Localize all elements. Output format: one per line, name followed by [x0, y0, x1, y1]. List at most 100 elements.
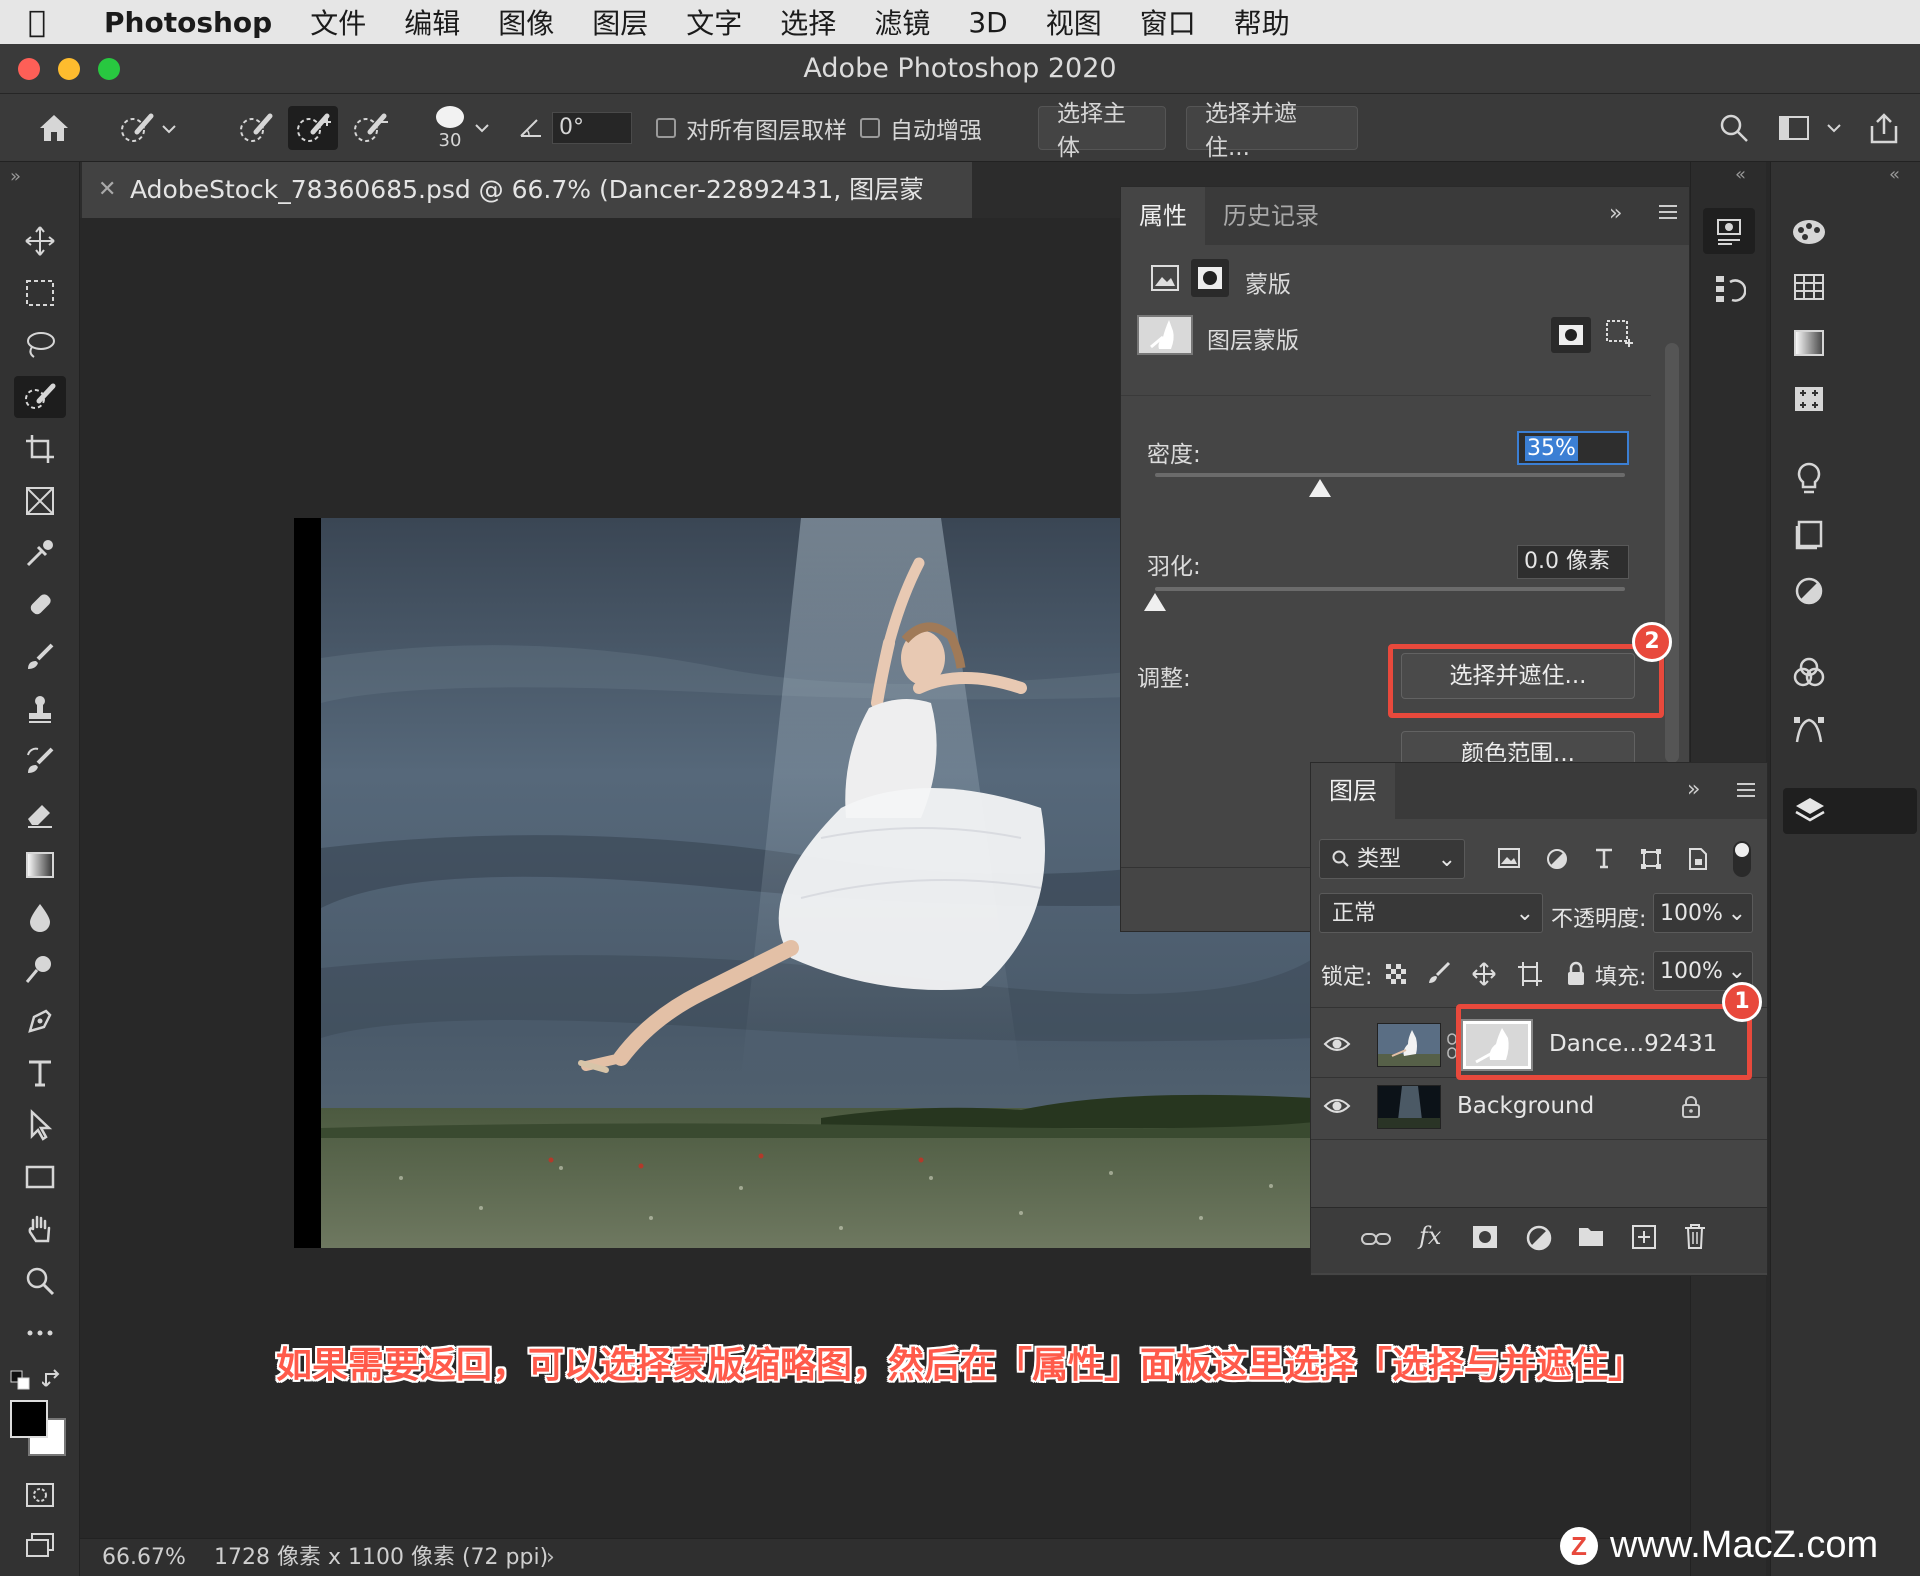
- path-selection-tool-icon[interactable]: [14, 1104, 66, 1146]
- density-slider-thumb[interactable]: [1308, 479, 1331, 497]
- chevron-right-icon[interactable]: ›: [546, 1539, 555, 1576]
- gradients-panel-icon[interactable]: [1783, 320, 1835, 366]
- properties-panel-icon[interactable]: [1703, 208, 1755, 254]
- density-field[interactable]: 35%: [1517, 431, 1629, 465]
- feather-slider-track[interactable]: [1155, 587, 1625, 591]
- menu-select[interactable]: 选择: [780, 2, 836, 42]
- select-mask-icon[interactable]: [1551, 317, 1591, 353]
- frame-tool-icon[interactable]: [14, 480, 66, 522]
- add-vector-mask-icon[interactable]: [1603, 317, 1639, 353]
- layer-filter-dropdown[interactable]: 类型 ⌄: [1319, 839, 1465, 879]
- blend-mode-dropdown[interactable]: 正常 ⌄: [1319, 893, 1543, 933]
- eraser-tool-icon[interactable]: [14, 792, 66, 834]
- auto-enhance-checkbox[interactable]: [860, 118, 880, 138]
- filter-adjustment-icon[interactable]: [1545, 847, 1569, 875]
- close-tab-icon[interactable]: ✕: [98, 162, 116, 218]
- patterns-panel-icon[interactable]: [1783, 376, 1835, 422]
- feather-slider-thumb[interactable]: [1144, 593, 1166, 611]
- blur-tool-icon[interactable]: [14, 896, 66, 938]
- chevron-down-icon[interactable]: [470, 106, 494, 150]
- select-and-mask-button[interactable]: 选择并遮住...: [1186, 101, 1358, 161]
- layer-style-icon[interactable]: fx: [1419, 1222, 1441, 1250]
- pixel-mask-icon[interactable]: [1149, 263, 1181, 293]
- sample-all-layers-checkbox[interactable]: [656, 118, 676, 138]
- workspace-icon[interactable]: [1772, 106, 1816, 150]
- density-slider-track[interactable]: [1155, 473, 1625, 477]
- zoom-level[interactable]: 66.67%: [102, 1539, 186, 1576]
- libraries-panel-icon[interactable]: [1783, 512, 1835, 558]
- menu-app-name[interactable]: Photoshop: [104, 6, 272, 39]
- menu-filter[interactable]: 滤镜: [874, 2, 930, 42]
- apple-icon[interactable]: : [0, 5, 74, 40]
- layers-panel-icon[interactable]: [1783, 788, 1917, 834]
- lock-all-icon[interactable]: [1565, 961, 1587, 991]
- auto-enhance-option[interactable]: 自动增强: [860, 106, 982, 150]
- zoom-tool-icon[interactable]: [14, 1260, 66, 1302]
- angle-value[interactable]: 0°: [552, 112, 632, 144]
- new-layer-icon[interactable]: [1631, 1224, 1657, 1254]
- filter-smart-object-icon[interactable]: [1687, 847, 1709, 875]
- learn-panel-icon[interactable]: [1783, 456, 1835, 502]
- crop-tool-icon[interactable]: [14, 428, 66, 470]
- menu-type[interactable]: 文字: [686, 2, 742, 42]
- opacity-field[interactable]: 100% ⌄: [1653, 893, 1753, 933]
- layer-mask-icon[interactable]: [1191, 259, 1229, 297]
- collapse-toolbar-icon[interactable]: »: [10, 166, 21, 187]
- panel-menu-icon[interactable]: [1657, 203, 1679, 225]
- move-tool-icon[interactable]: [14, 220, 66, 262]
- link-layers-icon[interactable]: [1361, 1228, 1391, 1254]
- close-window-button[interactable]: [18, 58, 40, 80]
- properties-scrollbar[interactable]: [1665, 343, 1679, 763]
- lock-pixels-icon[interactable]: [1427, 961, 1451, 989]
- tab-properties[interactable]: 属性: [1121, 187, 1205, 245]
- panel-expand-icon[interactable]: »: [1609, 201, 1622, 226]
- menu-help[interactable]: 帮助: [1234, 2, 1290, 42]
- clone-stamp-tool-icon[interactable]: [14, 688, 66, 730]
- menu-view[interactable]: 视图: [1046, 2, 1102, 42]
- menu-3d[interactable]: 3D: [968, 6, 1007, 39]
- new-adjustment-layer-icon[interactable]: [1525, 1224, 1553, 1256]
- zoom-window-button[interactable]: [98, 58, 120, 80]
- healing-brush-tool-icon[interactable]: [14, 584, 66, 626]
- adjustments-panel-icon[interactable]: [1783, 568, 1835, 614]
- type-tool-icon[interactable]: [14, 1052, 66, 1094]
- eye-icon[interactable]: [1323, 1033, 1351, 1059]
- hand-tool-icon[interactable]: [14, 1208, 66, 1250]
- paths-panel-icon[interactable]: [1783, 706, 1835, 752]
- lasso-tool-icon[interactable]: [14, 324, 66, 366]
- foreground-color-swatch[interactable]: [10, 1400, 48, 1438]
- document-tab[interactable]: ✕ AdobeStock_78360685.psd @ 66.7% (Dance…: [82, 162, 972, 260]
- pen-tool-icon[interactable]: [14, 1000, 66, 1042]
- chevron-down-icon[interactable]: [1822, 106, 1846, 150]
- gradient-tool-icon[interactable]: [14, 844, 66, 886]
- feather-field[interactable]: 0.0 像素: [1517, 545, 1629, 579]
- home-icon[interactable]: [30, 106, 78, 150]
- tab-history[interactable]: 历史记录: [1205, 187, 1337, 245]
- new-group-icon[interactable]: [1577, 1224, 1605, 1252]
- layer-thumbnail[interactable]: [1377, 1023, 1441, 1067]
- collapse-dock-icon[interactable]: «: [1889, 164, 1900, 185]
- new-selection-icon[interactable]: [232, 106, 280, 150]
- panel-expand-icon[interactable]: »: [1687, 777, 1700, 802]
- layer-row-background[interactable]: Background: [1311, 1077, 1767, 1139]
- layer-thumbnail[interactable]: [1377, 1085, 1441, 1129]
- channels-panel-icon[interactable]: [1783, 650, 1835, 696]
- collapse-dock-icon[interactable]: «: [1735, 164, 1746, 185]
- history-brush-tool-icon[interactable]: [14, 740, 66, 782]
- quick-selection-tool-icon[interactable]: [14, 376, 66, 418]
- rectangle-tool-icon[interactable]: [14, 1156, 66, 1198]
- lock-artboard-icon[interactable]: [1517, 961, 1543, 991]
- quick-mask-icon[interactable]: [14, 1474, 66, 1516]
- brush-tool-icon[interactable]: [14, 636, 66, 678]
- swatches-panel-icon[interactable]: [1783, 264, 1835, 310]
- panel-menu-icon[interactable]: [1735, 781, 1757, 803]
- filter-toggle[interactable]: [1733, 841, 1751, 877]
- menu-window[interactable]: 窗口: [1140, 2, 1196, 42]
- tab-layers[interactable]: 图层: [1311, 763, 1395, 819]
- history-panel-icon[interactable]: [1703, 266, 1755, 312]
- add-to-selection-icon[interactable]: [288, 106, 338, 150]
- lock-transparent-icon[interactable]: [1385, 963, 1407, 989]
- subtract-selection-icon[interactable]: [346, 106, 394, 150]
- select-subject-button[interactable]: 选择主体: [1038, 101, 1166, 161]
- mask-thumbnail[interactable]: [1137, 315, 1193, 355]
